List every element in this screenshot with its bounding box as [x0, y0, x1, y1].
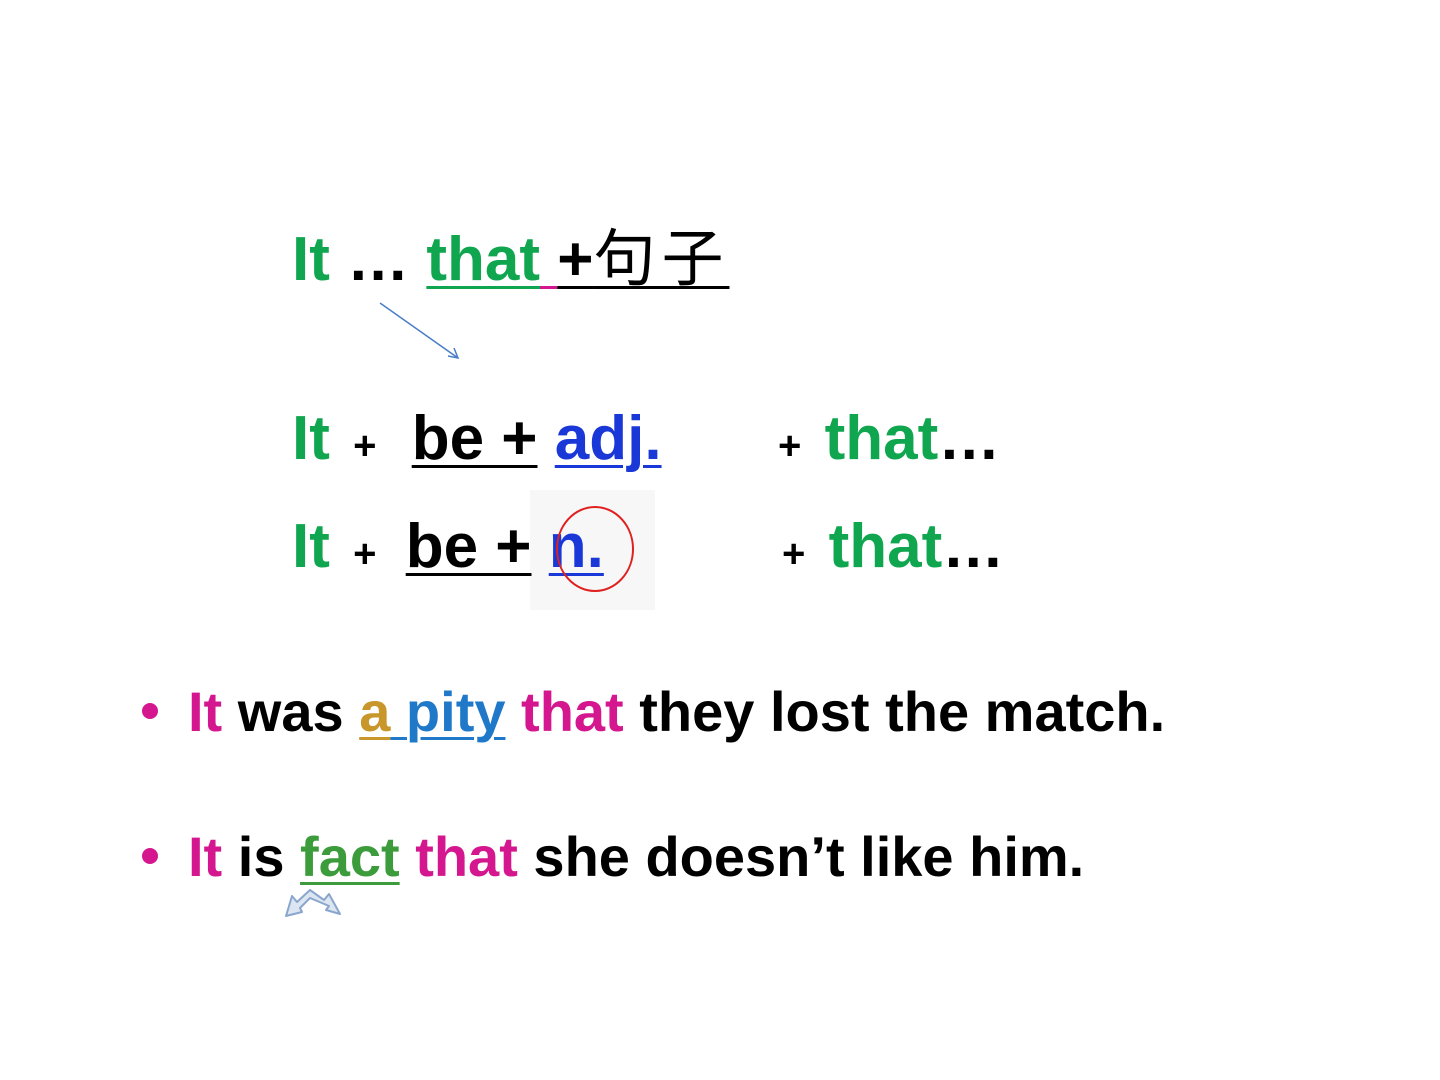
bidirectional-arrow-icon [285, 889, 341, 917]
plus-sign: + [778, 424, 802, 468]
word-it: It [292, 512, 330, 581]
bullet-dot [142, 848, 158, 864]
underlined-space [390, 680, 406, 743]
underlined-space [540, 225, 557, 294]
sentence-rest: they lost the match. [639, 680, 1166, 743]
word-that: that [415, 825, 518, 888]
word-it: It [188, 680, 223, 743]
word-it: It [188, 825, 223, 888]
ellipsis: … [942, 512, 1005, 581]
plus-sign: + [353, 532, 377, 576]
formula-line-3-tail: + that… [782, 516, 1004, 578]
sentence-label: 句子 [593, 222, 730, 295]
red-circle-highlight [556, 506, 634, 592]
plus-sign: + [353, 424, 377, 468]
word-that: that [426, 225, 540, 294]
word-a: a [359, 680, 391, 743]
word-pity: pity [405, 680, 506, 743]
word-that: that [828, 512, 943, 581]
word-adj: adj. [554, 404, 662, 473]
ellipsis: … [938, 404, 1001, 473]
sentence-rest: she doesn’t like him. [533, 825, 1085, 888]
plus-sign: + [557, 225, 594, 294]
word-it: It [292, 404, 330, 473]
word-was: was [237, 680, 344, 743]
formula-line-2: It + be + adj. [292, 408, 662, 470]
bullet-dot [142, 703, 158, 719]
plus-sign: + [782, 532, 806, 576]
formula-line-1: It … that +句子 [292, 228, 729, 291]
word-it: It [292, 225, 330, 294]
word-be-plus: be + [411, 404, 538, 473]
word-is: is [237, 825, 285, 888]
example-sentence-1: It was a pity that they lost the match. [188, 684, 1165, 740]
word-that: that [521, 680, 624, 743]
word-be-plus: be + [405, 512, 532, 581]
word-that: that [824, 404, 939, 473]
formula-line-2-tail: + that… [778, 408, 1000, 470]
ellipsis: … [347, 225, 410, 294]
example-sentence-2: It is fact that she doesn’t like him. [188, 829, 1084, 885]
arrow-down-right-icon [379, 302, 460, 360]
